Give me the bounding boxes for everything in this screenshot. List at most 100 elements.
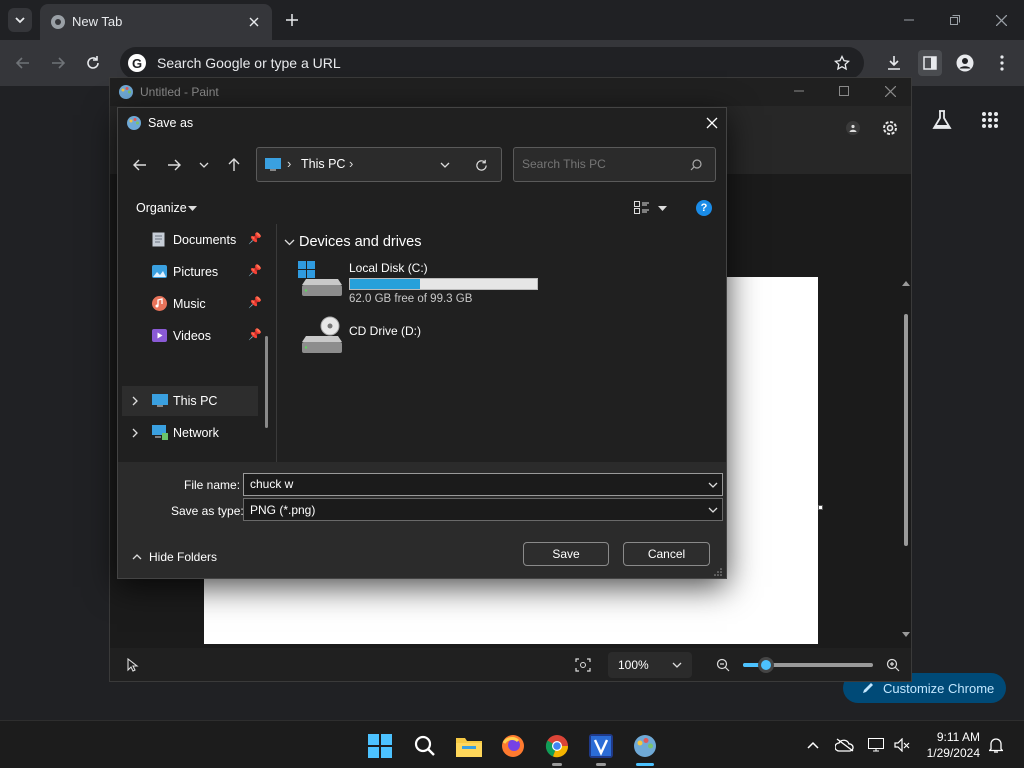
nav-item-pictures[interactable]: Pictures 📌: [152, 262, 262, 284]
nav-item-music[interactable]: Music 📌: [152, 294, 262, 316]
nav-item-videos[interactable]: Videos 📌: [152, 326, 262, 348]
notification-bell-icon[interactable]: [986, 735, 1006, 755]
onedrive-icon[interactable]: [834, 735, 856, 755]
view-layout-icon[interactable]: [634, 201, 649, 214]
file-name-input[interactable]: [250, 477, 690, 491]
reload-button[interactable]: [80, 50, 106, 76]
drive-local-disk-c[interactable]: Local Disk (C:) 62.0 GB free of 99.3 GB: [294, 258, 554, 308]
caret-down-icon: [188, 206, 197, 211]
pencil-icon: [861, 681, 875, 695]
nav-pane-scrollbar[interactable]: [265, 336, 268, 428]
settings-gear-icon[interactable]: [878, 116, 902, 140]
search-input[interactable]: [522, 157, 682, 171]
scroll-down-icon[interactable]: [902, 632, 910, 638]
new-tab-button[interactable]: [280, 8, 304, 32]
network-icon: [152, 425, 169, 441]
nav-item-label: Music: [173, 297, 206, 311]
back-arrow-icon[interactable]: [130, 155, 150, 175]
file-explorer-icon[interactable]: [455, 732, 483, 760]
nav-item-this-pc[interactable]: This PC: [122, 386, 258, 416]
tab-new-tab[interactable]: New Tab: [40, 4, 272, 40]
bookmark-star-icon[interactable]: [832, 53, 852, 73]
omnibox[interactable]: G Search Google or type a URL: [120, 47, 864, 79]
visio-app-icon[interactable]: [587, 732, 615, 760]
download-icon[interactable]: [882, 50, 906, 76]
cd-drive-icon: [298, 316, 342, 354]
this-pc-icon: [152, 394, 168, 408]
nav-item-documents[interactable]: Documents 📌: [152, 230, 262, 252]
paint-close-button[interactable]: [879, 82, 901, 100]
save-button[interactable]: Save: [523, 542, 609, 566]
side-panel-icon[interactable]: [918, 50, 942, 76]
this-pc-icon: [265, 158, 281, 172]
dialog-close-icon[interactable]: [702, 113, 722, 133]
apps-grid-icon[interactable]: [976, 106, 1004, 134]
resize-grip-icon[interactable]: [714, 568, 722, 576]
zoom-in-icon[interactable]: [883, 655, 903, 675]
resize-handle[interactable]: [818, 505, 823, 510]
help-icon[interactable]: ?: [696, 200, 712, 216]
zoom-slider-thumb[interactable]: [758, 657, 774, 673]
zoom-out-icon[interactable]: [713, 655, 733, 675]
view-options-caret-icon[interactable]: [658, 206, 667, 211]
breadcrumb-this-pc[interactable]: This PC: [301, 157, 345, 171]
music-icon: [152, 296, 167, 311]
up-arrow-icon[interactable]: [224, 155, 244, 175]
breadcrumb-separator-icon[interactable]: ›: [349, 156, 353, 171]
drive-space-info: 62.0 GB free of 99.3 GB: [349, 293, 473, 305]
profile-icon[interactable]: [953, 50, 977, 76]
chevron-up-icon[interactable]: [803, 735, 823, 755]
chevron-right-icon[interactable]: [132, 396, 138, 406]
tab-search-button[interactable]: [8, 8, 32, 32]
zoom-value: 100%: [618, 658, 649, 672]
organize-menu[interactable]: Organize: [136, 200, 202, 218]
zoom-slider[interactable]: [743, 657, 873, 673]
save-as-dialog: Save as › This PC › Organize: [117, 107, 727, 579]
chevron-right-icon[interactable]: [132, 428, 138, 438]
paint-running-indicator: [636, 763, 654, 766]
refresh-icon[interactable]: [475, 159, 488, 172]
back-button[interactable]: [10, 50, 36, 76]
forward-button[interactable]: [45, 50, 71, 76]
hide-folders-label: Hide Folders: [149, 550, 218, 564]
hide-folders-toggle[interactable]: Hide Folders: [130, 549, 230, 567]
scroll-up-icon[interactable]: [902, 280, 910, 286]
chrome-icon[interactable]: [543, 732, 571, 760]
collapse-chevron-icon[interactable]: [284, 239, 295, 246]
menu-icon[interactable]: [990, 50, 1014, 76]
search-icon[interactable]: [411, 732, 439, 760]
nav-item-label: Network: [173, 426, 219, 440]
recent-locations-chevron-icon[interactable]: [196, 157, 212, 173]
chevron-down-icon[interactable]: [708, 482, 718, 488]
minimize-button[interactable]: [898, 10, 920, 30]
fit-screen-icon[interactable]: [572, 655, 594, 675]
firefox-icon[interactable]: [499, 732, 527, 760]
paint-maximize-button[interactable]: [833, 82, 855, 100]
address-history-chevron-icon[interactable]: [440, 162, 450, 168]
paint-minimize-button[interactable]: [788, 82, 810, 100]
account-icon[interactable]: [846, 121, 860, 135]
cancel-button[interactable]: Cancel: [623, 542, 710, 566]
windows-start-icon[interactable]: [366, 732, 394, 760]
zoom-dropdown[interactable]: 100%: [608, 652, 692, 678]
clock[interactable]: 9:11 AM 1/29/2024: [918, 729, 990, 761]
pane-divider[interactable]: [276, 224, 277, 462]
paint-app-icon[interactable]: [631, 732, 659, 760]
monitor-icon[interactable]: [866, 735, 886, 755]
labs-flask-icon[interactable]: [928, 106, 956, 134]
scroll-thumb[interactable]: [904, 314, 908, 546]
file-name-field[interactable]: [243, 473, 723, 496]
volume-muted-icon[interactable]: [892, 735, 912, 755]
tab-close-icon[interactable]: [244, 12, 264, 32]
canvas-scrollbar[interactable]: [900, 278, 912, 640]
pin-icon: 📌: [248, 265, 262, 277]
save-type-select[interactable]: PNG (*.png): [243, 498, 723, 521]
search-box[interactable]: [513, 147, 716, 182]
forward-arrow-icon[interactable]: [164, 155, 184, 175]
cursor-mode-icon[interactable]: [127, 658, 139, 672]
address-bar[interactable]: › This PC ›: [256, 147, 502, 182]
close-window-button[interactable]: [990, 10, 1012, 30]
restore-button[interactable]: [944, 10, 966, 30]
nav-item-network[interactable]: Network: [122, 418, 258, 448]
drive-cd-drive-d[interactable]: CD Drive (D:): [294, 316, 554, 356]
